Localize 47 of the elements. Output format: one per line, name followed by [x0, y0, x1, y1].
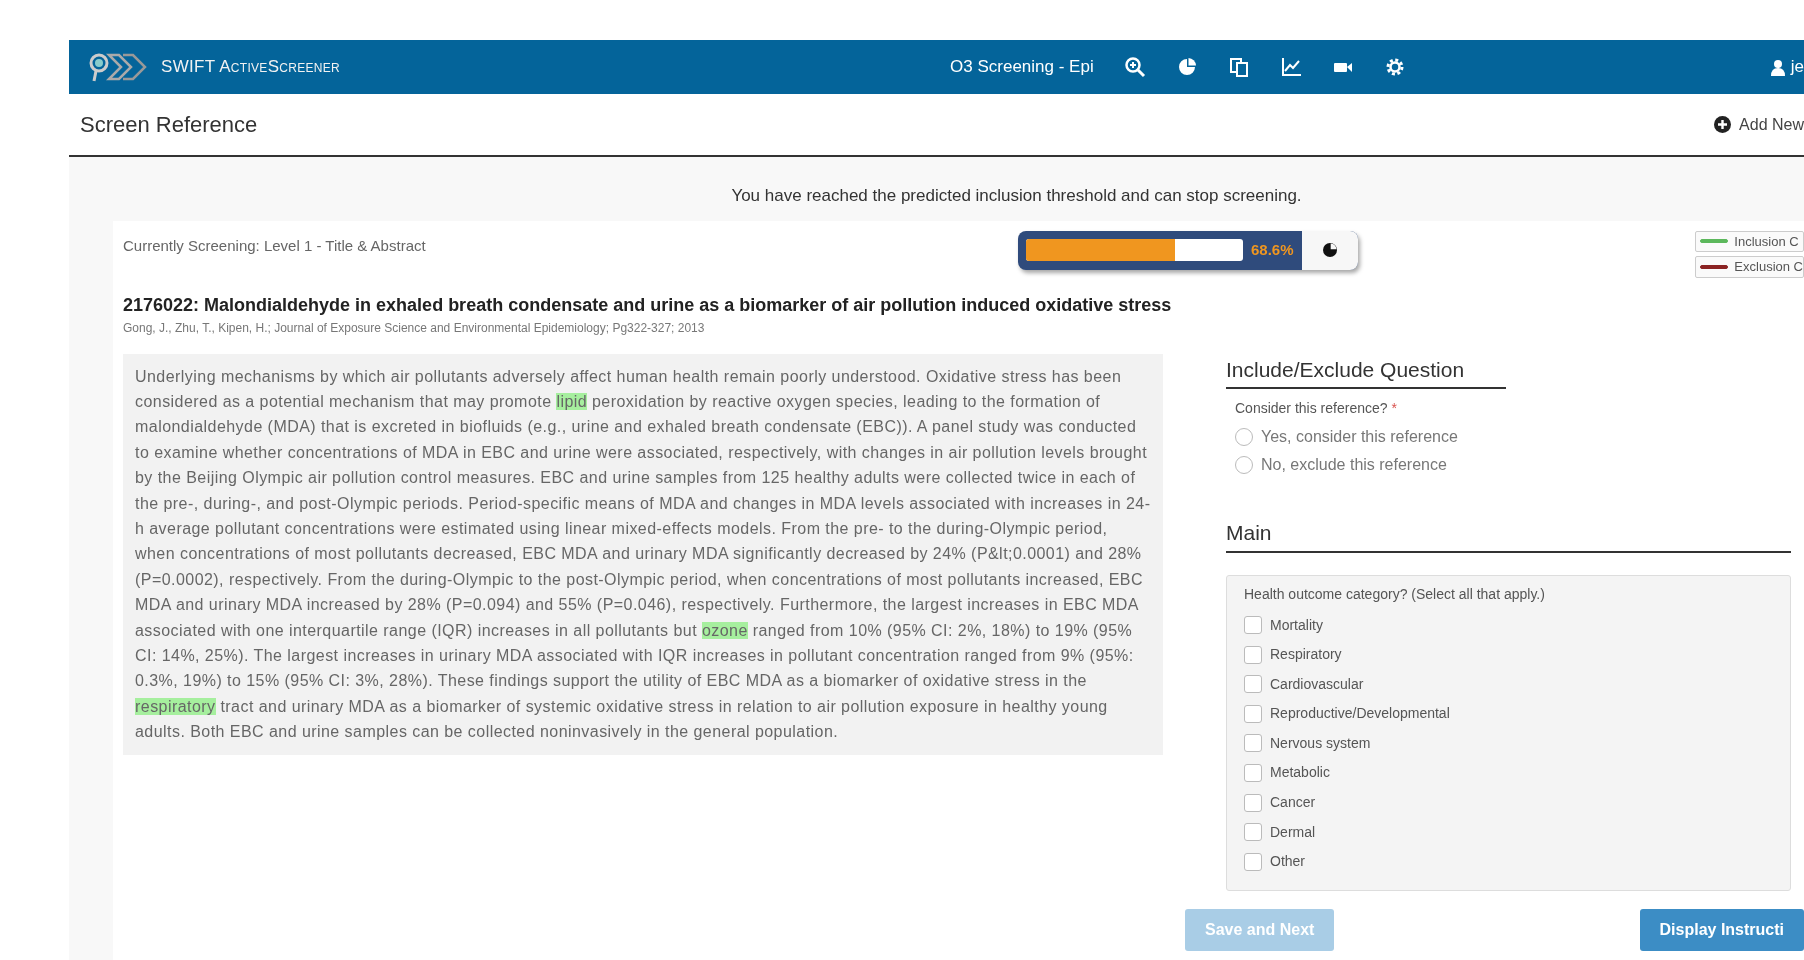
- pie-chart-button[interactable]: [1301, 230, 1358, 270]
- question-label: Consider this reference? *: [1235, 399, 1398, 418]
- checkbox[interactable]: [1244, 675, 1262, 694]
- checkbox-label[interactable]: Respiratory: [1270, 644, 1342, 666]
- reference-citation: Gong, J., Zhu, T., Kipen, H.; Journal of Exposure Science and Environmental Epidemiology; Pg322-327; 2013: [123, 319, 706, 337]
- checkbox[interactable]: [1244, 823, 1262, 842]
- radio-button[interactable]: [1235, 428, 1253, 446]
- zoom-in-icon[interactable]: [1123, 56, 1146, 78]
- abstract-text: Underlying mechanisms by which air pollutants adversely affect human health remain poorly understood. Oxidative stress has been considered as a potential mechanism that may promote lipid peroxidation by reactive oxygen species, leading to the formation of malondialdehyde (MDA) that is excreted in biofluids (e.g., urine and exhaled breath condensate (EBC)). A panel study was conducted to examine whether concentrations of MDA in EBC and urine were associated, respectively, with changes in air pollution levels brought by the Beijing Olympic air pollution control measures. EBC and urine samples from 125 healthy adults were collected twice in each of the pre-, during-, and post-Olympic periods. Period-specific means of MDA and changes in MDA levels associated with increases in 24-h average pollutant concentrations were estimated using linear mixed-effects models. From the pre- to the during-Olympic period, when concentrations of most pollutants decreased, EBC MDA and urinary MDA significantly decreased by 24% (P&lt;0.0001) and 28% (P=0.0002), respectively. From the during-Olympic to the post-Olympic period, when concentrations of most pollutants increased, EBC MDA and urinary MDA increased by 28% (P=0.094) and 55% (P=0.046), respectively. Furthermore, the largest increases in EBC MDA associated with one interquartile range (IQR) increases in all pollutants but ozone ranged from 10% (95% CI: 2%, 18%) to 19% (95% CI: 14%, 25%). The largest increases in urinary MDA associated with IQR increases in pollutant concentration ranged from 9% (95%: 0.3%, 19%) to 15% (95% CI: 3%, 28%). These findings support the utility of EBC MDA as a biomarker of oxidative stress in the respiratory tract and urinary MDA as a biomarker of systemic oxidative stress in relation to air pollution exposure in healthy young adults. Both EBC and urine samples can be collected noninvasively in the general population.: [123, 353, 1163, 755]
- instructions-button[interactable]: Display Instructi: [1639, 909, 1804, 952]
- radio-button[interactable]: [1235, 456, 1253, 474]
- section-heading: Main: [1226, 517, 1791, 553]
- checkbox[interactable]: [1244, 704, 1262, 723]
- user-name[interactable]: je: [1790, 54, 1804, 80]
- checkbox[interactable]: [1244, 616, 1262, 634]
- checkbox-label[interactable]: Nervous system: [1270, 732, 1371, 754]
- radio-label[interactable]: Yes, consider this reference: [1261, 425, 1458, 449]
- page-title: Screen Reference: [80, 111, 258, 139]
- checkbox[interactable]: [1244, 793, 1262, 812]
- checkbox-label[interactable]: Cancer: [1270, 792, 1316, 814]
- line-chart-icon[interactable]: [1279, 56, 1302, 78]
- question-label: Health outcome category? (Select all that apply.): [1244, 584, 1546, 604]
- add-new-button[interactable]: Add New: [1714, 112, 1804, 137]
- checkbox[interactable]: [1244, 852, 1262, 871]
- checkbox-label[interactable]: Dermal: [1270, 821, 1316, 843]
- checkbox[interactable]: [1244, 645, 1262, 664]
- legend-label: Inclusion C: [1734, 232, 1799, 251]
- checkbox-label[interactable]: Mortality: [1270, 614, 1323, 636]
- brand-name: SWIFT ActiveScreener: [161, 56, 341, 79]
- radio-label[interactable]: No, exclude this reference: [1261, 453, 1447, 477]
- project-name: O3 Screening - Epi: [950, 56, 1094, 79]
- checkbox-label[interactable]: Reproductive/Developmental: [1270, 703, 1450, 725]
- screening-level: Currently Screening: Level 1 - Title & Abstract: [123, 235, 427, 256]
- legend-label: Exclusion C: [1734, 258, 1803, 276]
- section-heading: Include/Exclude Question: [1226, 353, 1507, 389]
- checkbox-label[interactable]: Metabolic: [1270, 762, 1330, 784]
- reference-title: 2176022: Malondialdehyde in exhaled breath condensate and urine as a biomarker of air pollution induced oxidative stress: [123, 293, 1173, 317]
- plus-circle-icon: [1714, 116, 1732, 133]
- checkbox-label[interactable]: Cardiovascular: [1270, 673, 1364, 695]
- checkbox[interactable]: [1244, 763, 1262, 782]
- copy-icon[interactable]: [1227, 56, 1250, 78]
- pie-chart-icon: [1321, 242, 1338, 258]
- user-icon: [1770, 58, 1785, 76]
- checkbox[interactable]: [1244, 734, 1262, 753]
- progress-reading: 68.6%: [1251, 239, 1294, 260]
- checkbox-label[interactable]: Other: [1270, 851, 1305, 873]
- threshold-notice: You have reached the predicted inclusion threshold and can stop screening.: [731, 185, 1302, 207]
